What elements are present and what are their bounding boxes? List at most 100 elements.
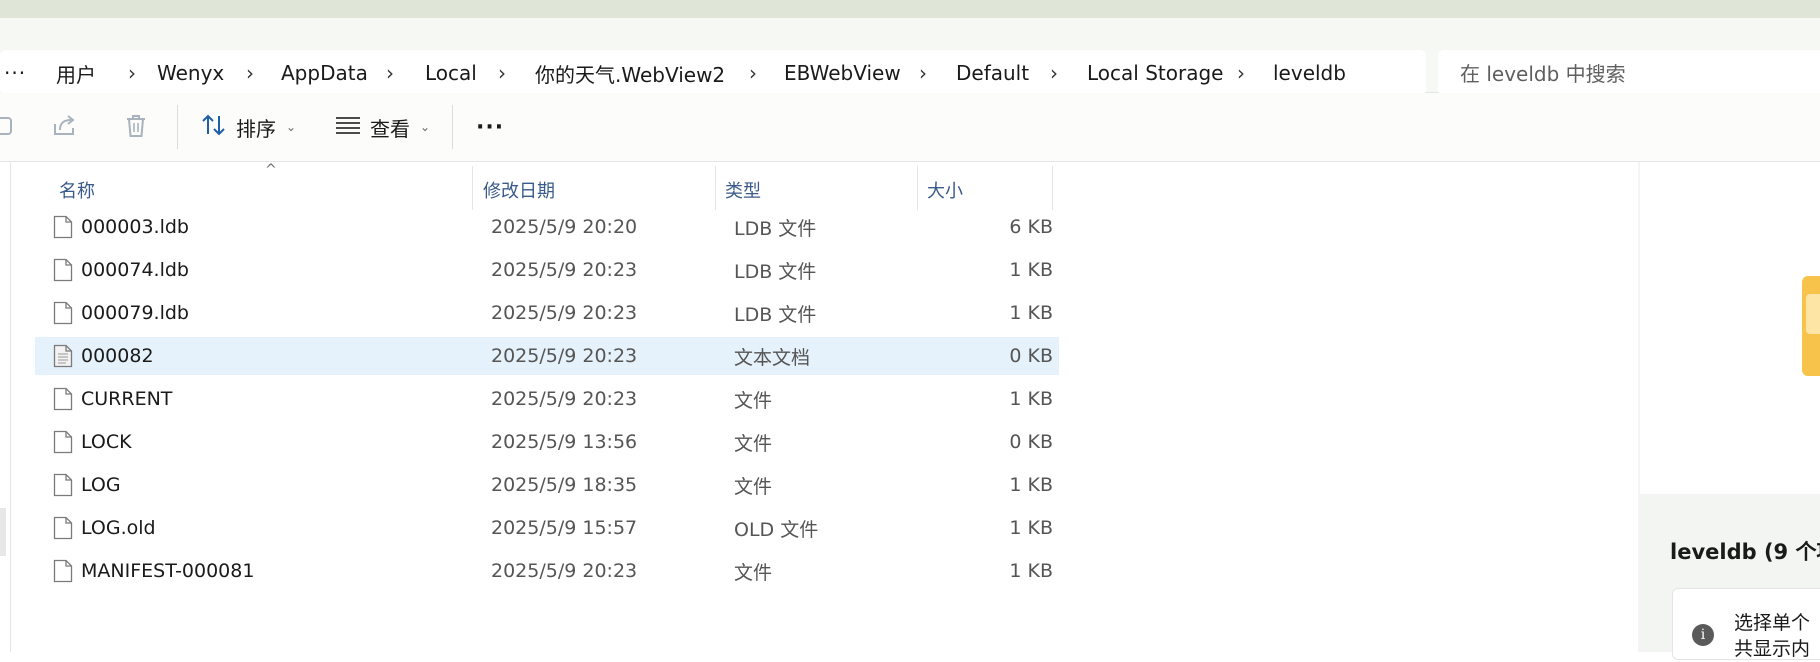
file-size: 1 KB [1009,517,1053,539]
file-modified-date: 2025/5/9 15:57 [491,517,638,539]
breadcrumb-item-default[interactable]: Default [956,50,1029,96]
search-input[interactable] [1438,50,1820,98]
file-size: 0 KB [1009,345,1053,367]
column-divider[interactable] [715,166,716,210]
view-list-icon [334,114,362,141]
file-type: 文件 [734,561,773,584]
file-icon [53,559,73,583]
title-strip [0,0,1820,18]
toolbar-divider [452,105,453,149]
details-preview-card [1640,162,1820,494]
breadcrumb-item-webview2[interactable]: 你的天气.WebView2 [535,50,725,96]
file-icon [53,301,73,325]
breadcrumb-item-leveldb[interactable]: leveldb [1273,50,1346,96]
search-box[interactable] [1438,50,1820,98]
file-modified-date: 2025/5/9 20:20 [491,216,638,238]
breadcrumb-item-local[interactable]: Local [425,50,477,96]
sort-icon [200,112,228,143]
breadcrumb-separator[interactable]: › [1237,50,1245,96]
sort-label: 排序 [236,116,276,141]
column-divider[interactable] [917,166,918,210]
file-name: 000079.ldb [81,302,189,324]
column-divider[interactable] [472,166,473,210]
view-button[interactable]: 查看 ⌄ [334,107,430,147]
breadcrumb-item-appdata[interactable]: AppData [281,50,368,96]
file-name: 000082 [81,345,154,367]
breadcrumb-item-wenyx[interactable]: Wenyx [157,50,224,96]
file-row[interactable]: 000079.ldb 2025/5/9 20:23 LDB 文件 1 KB [35,294,1059,332]
file-modified-date: 2025/5/9 18:35 [491,474,638,496]
navigation-pane-edge [0,508,6,556]
more-options-button[interactable]: ··· [476,107,504,147]
chevron-down-icon: ⌄ [286,120,297,134]
file-name: LOG.old [81,517,156,539]
details-info-line: 共显示内 [1734,638,1811,660]
column-divider[interactable] [1052,166,1053,210]
breadcrumb-separator[interactable]: › [1050,50,1058,96]
file-icon [53,258,73,282]
file-row[interactable]: 000074.ldb 2025/5/9 20:23 LDB 文件 1 KB [35,251,1059,289]
share-icon[interactable] [50,111,80,141]
info-icon: i [1692,624,1714,646]
delete-icon[interactable] [121,111,151,141]
details-info-text: 选择单个 共显示内 [1734,610,1810,662]
breadcrumb-separator[interactable]: › [128,50,136,96]
file-modified-date: 2025/5/9 20:23 [491,302,638,324]
column-header-size[interactable]: 大小 [927,170,963,210]
file-icon [53,430,73,454]
file-row[interactable]: MANIFEST-000081 2025/5/9 20:23 文件 1 KB [35,552,1059,590]
file-icon [53,473,73,497]
file-size: 1 KB [1009,259,1053,281]
file-size: 0 KB [1009,431,1053,453]
file-size: 6 KB [1009,216,1053,238]
breadcrumb-more-button[interactable]: ··· [4,50,26,96]
breadcrumb-item-local-storage[interactable]: Local Storage [1087,50,1223,96]
file-modified-date: 2025/5/9 20:23 [491,560,638,582]
column-header-name[interactable]: 名称 [59,170,95,210]
sort-button[interactable]: 排序 ⌄ [200,107,296,147]
file-type: 文件 [734,475,773,498]
details-info-line: 选择单个 [1734,612,1811,634]
chevron-down-icon: ⌄ [420,120,431,134]
file-name: 000074.ldb [81,259,189,281]
file-icon [53,387,73,411]
file-modified-date: 2025/5/9 13:56 [491,431,638,453]
file-name: 000003.ldb [81,216,189,238]
breadcrumb-separator[interactable]: › [749,50,757,96]
command-toolbar: 排序 ⌄ 查看 ⌄ ··· [0,93,1820,162]
file-type: 文件 [734,389,773,412]
file-name: LOCK [81,431,132,453]
file-name: CURRENT [81,388,173,410]
file-row[interactable]: LOG.old 2025/5/9 15:57 OLD 文件 1 KB [35,509,1059,547]
breadcrumb-separator[interactable]: › [246,50,254,96]
toolbar-divider [177,105,178,149]
breadcrumb-separator[interactable]: › [498,50,506,96]
breadcrumb-item-ebwebview[interactable]: EBWebView [784,50,901,96]
breadcrumb-separator[interactable]: › [386,50,394,96]
sort-ascending-icon: ^ [265,162,277,178]
column-header-date[interactable]: 修改日期 [483,170,555,210]
breadcrumb-separator[interactable]: › [919,50,927,96]
file-modified-date: 2025/5/9 20:23 [491,345,638,367]
view-label: 查看 [370,116,410,141]
file-row[interactable]: LOG 2025/5/9 18:35 文件 1 KB [35,466,1059,504]
file-type: 文本文档 [734,346,811,369]
file-row[interactable]: 000082 2025/5/9 20:23 文本文档 0 KB [35,337,1059,375]
file-type: LDB 文件 [734,217,817,240]
breadcrumb-item-users[interactable]: 用户 [56,50,96,96]
file-size: 1 KB [1009,560,1053,582]
file-row[interactable]: CURRENT 2025/5/9 20:23 文件 1 KB [35,380,1059,418]
file-row[interactable]: 000003.ldb 2025/5/9 20:20 LDB 文件 6 KB [35,208,1059,246]
column-header-type[interactable]: 类型 [725,170,761,210]
file-size: 1 KB [1009,388,1053,410]
details-title: leveldb (9 个项 [1670,540,1820,564]
rename-icon[interactable] [0,111,16,141]
breadcrumb[interactable]: ··· 用户 › Wenyx › AppData › Local › 你的天气.… [0,50,1426,96]
file-list-pane: ^ 名称 修改日期 类型 大小 000003.ldb 2025/5/9 20:20… [10,162,1638,652]
file-modified-date: 2025/5/9 20:23 [491,259,638,281]
file-type: 文件 [734,432,773,455]
file-type: OLD 文件 [734,518,819,541]
file-row[interactable]: LOCK 2025/5/9 13:56 文件 0 KB [35,423,1059,461]
file-type: LDB 文件 [734,303,817,326]
folder-icon-highlight [1806,294,1820,334]
